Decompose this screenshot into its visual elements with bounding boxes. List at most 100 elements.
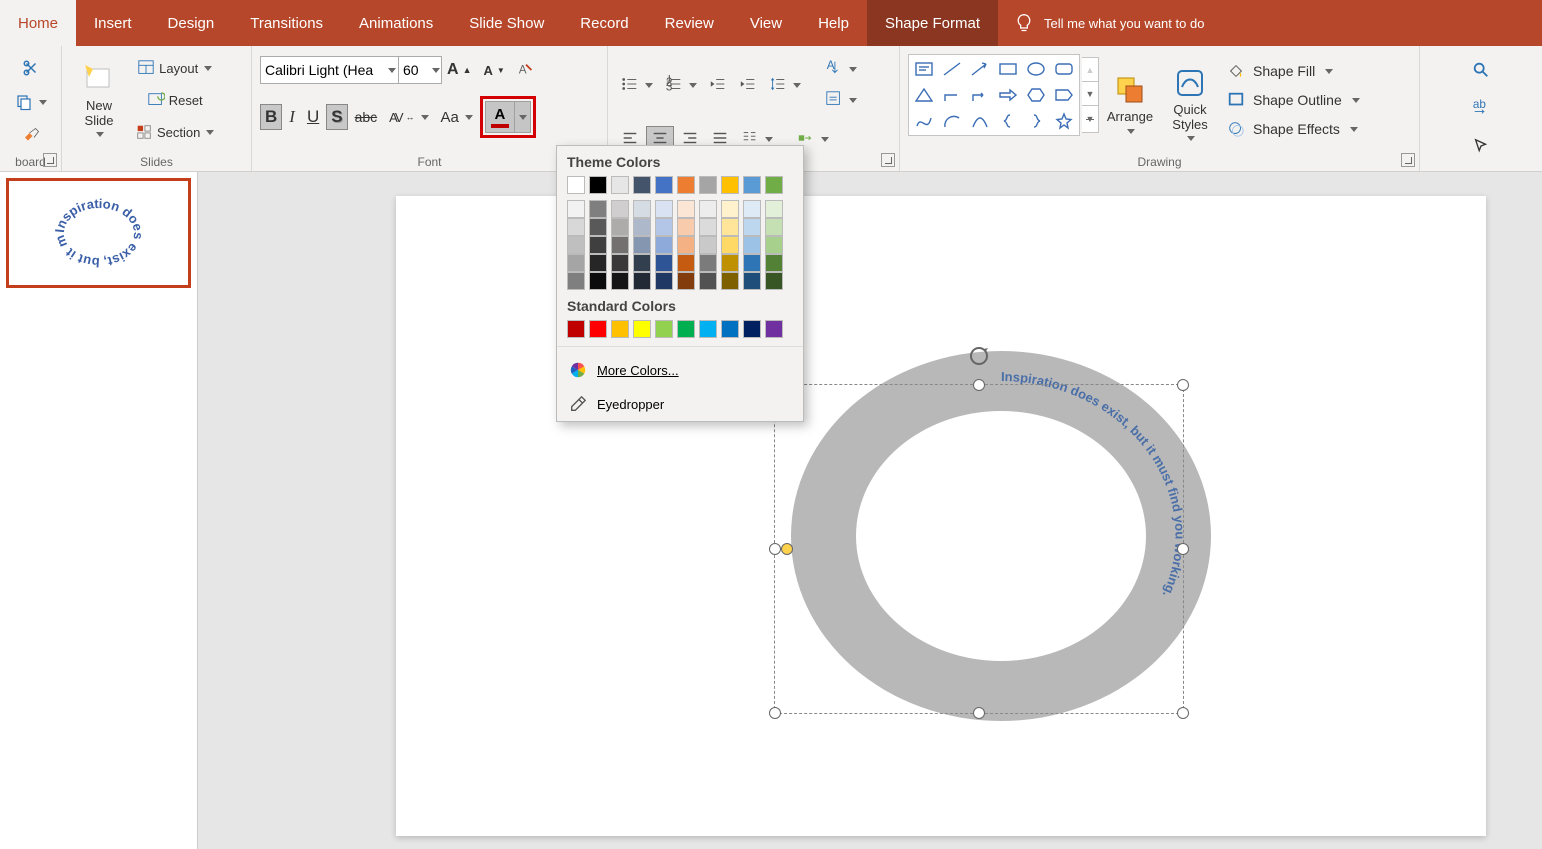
color-swatch[interactable] (567, 218, 585, 236)
line-spacing-button[interactable] (764, 72, 806, 99)
increase-indent-button[interactable] (734, 72, 762, 99)
text-direction-button[interactable]: A (820, 56, 862, 83)
tab-design[interactable]: Design (150, 0, 233, 46)
color-swatch[interactable] (589, 200, 607, 218)
color-swatch[interactable] (611, 320, 629, 338)
shape-right-brace[interactable] (1023, 109, 1049, 133)
text-shadow-button[interactable]: S (326, 104, 347, 130)
shape-hexagon[interactable] (1023, 83, 1049, 107)
decrease-font-button[interactable]: A▼ (478, 60, 509, 81)
shape-curve[interactable] (967, 109, 993, 133)
tab-insert[interactable]: Insert (76, 0, 150, 46)
resize-handle-ne[interactable] (1177, 379, 1189, 391)
color-swatch[interactable] (677, 236, 695, 254)
color-swatch[interactable] (655, 236, 673, 254)
adjust-handle[interactable] (781, 543, 793, 555)
tab-view[interactable]: View (732, 0, 800, 46)
tab-transitions[interactable]: Transitions (232, 0, 341, 46)
color-swatch[interactable] (677, 272, 695, 290)
bold-button[interactable]: B (260, 104, 282, 130)
color-swatch[interactable] (611, 254, 629, 272)
shape-connector-elbow[interactable] (939, 83, 965, 107)
font-color-apply[interactable]: A (486, 102, 514, 132)
color-swatch[interactable] (567, 200, 585, 218)
color-swatch[interactable] (699, 218, 717, 236)
color-swatch[interactable] (589, 218, 607, 236)
color-swatch[interactable] (721, 218, 739, 236)
gallery-more-button[interactable]: ▼ (1082, 106, 1098, 132)
gallery-up-button[interactable]: ▲ (1082, 58, 1098, 82)
color-swatch[interactable] (765, 200, 783, 218)
paragraph-dialog-launcher[interactable] (881, 153, 895, 167)
color-swatch[interactable] (721, 200, 739, 218)
slide-thumbnail-1[interactable]: Inspiration does exist, but it must find… (6, 178, 191, 288)
arrange-button[interactable]: Arrange (1101, 54, 1159, 150)
color-swatch[interactable] (699, 236, 717, 254)
color-swatch[interactable] (721, 254, 739, 272)
resize-handle-w[interactable] (769, 543, 781, 555)
color-swatch[interactable] (677, 200, 695, 218)
color-swatch[interactable] (567, 272, 585, 290)
char-spacing-button[interactable]: AV↔ (384, 107, 433, 128)
shape-rounded-rect[interactable] (1051, 57, 1077, 81)
slide-canvas[interactable]: Inspiration does exist, but it must find… (198, 172, 1542, 849)
color-swatch[interactable] (699, 200, 717, 218)
color-swatch[interactable] (567, 254, 585, 272)
color-swatch[interactable] (699, 320, 717, 338)
change-case-button[interactable]: Aa (436, 106, 478, 129)
quick-styles-button[interactable]: Quick Styles (1161, 54, 1219, 150)
color-swatch[interactable] (611, 272, 629, 290)
color-swatch[interactable] (633, 236, 651, 254)
copy-button[interactable] (8, 90, 53, 114)
shape-fill-button[interactable]: Shape Fill (1227, 58, 1360, 84)
shape-textbox[interactable] (911, 57, 937, 81)
color-swatch[interactable] (589, 272, 607, 290)
bullets-button[interactable] (616, 72, 658, 99)
color-swatch[interactable] (589, 236, 607, 254)
font-name-input[interactable] (260, 56, 400, 84)
color-swatch[interactable] (589, 176, 607, 194)
font-color-dropdown[interactable] (514, 102, 530, 132)
color-swatch[interactable] (655, 176, 673, 194)
color-swatch[interactable] (655, 254, 673, 272)
color-swatch[interactable] (655, 200, 673, 218)
color-swatch[interactable] (655, 218, 673, 236)
cut-button[interactable] (8, 56, 53, 80)
color-swatch[interactable] (743, 236, 761, 254)
resize-handle-n[interactable] (973, 379, 985, 391)
chevron-down-icon[interactable] (388, 68, 396, 73)
tab-shape-format[interactable]: Shape Format (867, 0, 998, 46)
slide-thumbnail-panel[interactable]: Inspiration does exist, but it must find… (0, 172, 198, 849)
underline-button[interactable]: U (302, 104, 324, 130)
section-button[interactable]: Section (130, 120, 219, 144)
color-swatch[interactable] (721, 236, 739, 254)
color-swatch[interactable] (765, 176, 783, 194)
color-swatch[interactable] (765, 218, 783, 236)
increase-font-button[interactable]: A▲ (442, 58, 476, 82)
replace-button[interactable]: ab (1467, 96, 1495, 120)
shape-left-brace[interactable] (995, 109, 1021, 133)
color-swatch[interactable] (611, 200, 629, 218)
clipboard-dialog-launcher[interactable] (43, 153, 57, 167)
color-swatch[interactable] (567, 320, 585, 338)
color-swatch[interactable] (677, 176, 695, 194)
resize-handle-sw[interactable] (769, 707, 781, 719)
italic-button[interactable]: I (284, 104, 300, 130)
color-swatch[interactable] (743, 254, 761, 272)
drawing-dialog-launcher[interactable] (1401, 153, 1415, 167)
color-swatch[interactable] (633, 200, 651, 218)
color-swatch[interactable] (655, 272, 673, 290)
shape-triangle[interactable] (911, 83, 937, 107)
shape-rectangle[interactable] (995, 57, 1021, 81)
shape-freeform[interactable] (911, 109, 937, 133)
tell-me-search[interactable]: Tell me what you want to do (998, 0, 1220, 46)
clear-formatting-button[interactable]: A (512, 58, 540, 82)
color-swatch[interactable] (721, 176, 739, 194)
color-swatch[interactable] (677, 218, 695, 236)
font-color-button[interactable]: A (485, 101, 531, 133)
color-swatch[interactable] (677, 254, 695, 272)
tab-help[interactable]: Help (800, 0, 867, 46)
color-swatch[interactable] (567, 236, 585, 254)
color-swatch[interactable] (743, 320, 761, 338)
color-swatch[interactable] (677, 320, 695, 338)
